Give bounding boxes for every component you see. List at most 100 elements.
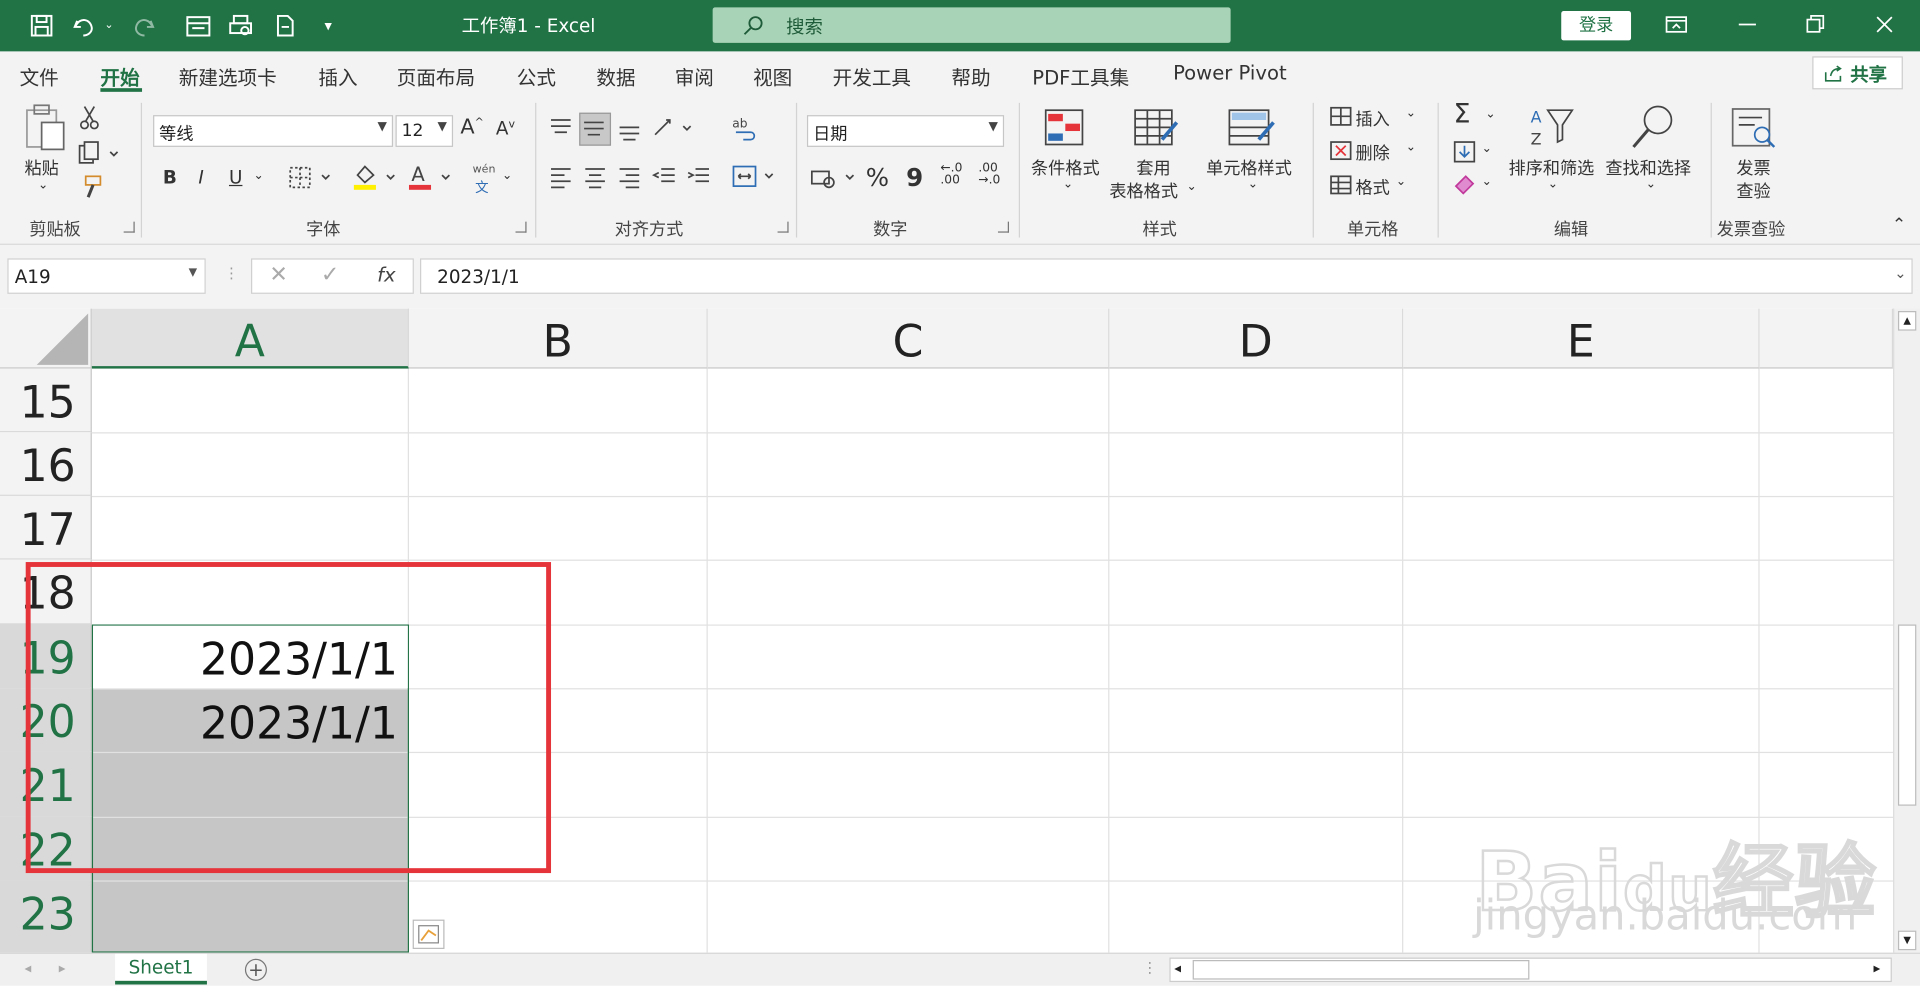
ribbon-display-icon[interactable] xyxy=(1662,10,1694,42)
insert-dropdown-icon[interactable]: ⌄ xyxy=(1406,107,1416,120)
borders-icon[interactable] xyxy=(288,165,337,194)
invoice-check-label-1[interactable]: 发票 xyxy=(1736,156,1770,180)
close-icon[interactable] xyxy=(1870,10,1902,42)
format-as-table-label-2[interactable]: 表格格式 xyxy=(1109,179,1178,203)
scroll-thumb[interactable] xyxy=(1897,624,1917,806)
search-box[interactable]: 搜索 xyxy=(712,7,1231,43)
clear-dropdown-icon[interactable]: ⌄ xyxy=(1482,175,1492,188)
fill-color-icon[interactable] xyxy=(353,163,400,197)
prev-sheet-icon[interactable]: ◂ xyxy=(24,960,31,976)
decrease-font-icon[interactable]: Av xyxy=(496,118,515,140)
find-select-dropdown-icon[interactable]: ⌄ xyxy=(1646,178,1656,191)
delete-cells-label[interactable]: 删除 xyxy=(1356,141,1390,165)
percent-button[interactable]: % xyxy=(866,163,889,192)
formula-input[interactable]: 2023/1/1 ⌄ xyxy=(420,258,1913,294)
horizontal-scrollbar[interactable]: ◂ ▸ xyxy=(1169,957,1892,983)
vertical-scrollbar[interactable]: ▲ ▼ xyxy=(1893,308,1920,953)
wrap-text-icon[interactable]: ab xyxy=(731,115,758,147)
delete-dropdown-icon[interactable]: ⌄ xyxy=(1406,141,1416,154)
undo-dropdown-icon[interactable]: ⌄ xyxy=(100,10,117,42)
customize-quick-access-icon[interactable]: ▾ xyxy=(312,10,344,42)
column-header-c[interactable]: C xyxy=(707,308,1110,369)
fill-icon[interactable] xyxy=(1452,140,1476,169)
format-as-table-icon[interactable] xyxy=(1133,108,1180,155)
expand-formula-icon[interactable]: ⌄ xyxy=(1894,264,1906,281)
clear-icon[interactable] xyxy=(1452,171,1476,200)
cancel-icon[interactable]: ✕ xyxy=(269,262,287,288)
sort-filter-icon[interactable]: AZ xyxy=(1528,105,1577,156)
tab-new-tab[interactable]: 新建选项卡 xyxy=(179,61,277,90)
column-header-a[interactable]: A xyxy=(91,308,409,369)
cut-icon[interactable] xyxy=(78,104,100,136)
orientation-icon[interactable] xyxy=(651,115,693,147)
row-header-16[interactable]: 16 xyxy=(0,432,92,496)
tab-view[interactable]: 视图 xyxy=(753,61,792,90)
align-left-icon[interactable] xyxy=(547,163,574,195)
increase-decimal-icon[interactable]: ←.0.00 xyxy=(940,162,962,187)
column-header-f[interactable] xyxy=(1759,308,1894,369)
insert-cells-label[interactable]: 插入 xyxy=(1356,107,1390,131)
autosum-icon[interactable]: Σ xyxy=(1453,99,1470,130)
increase-indent-icon[interactable] xyxy=(684,163,711,195)
conditional-dropdown-icon[interactable]: ⌄ xyxy=(1063,178,1073,191)
align-center-icon[interactable] xyxy=(582,163,609,195)
scroll-right-icon[interactable]: ▸ xyxy=(1873,960,1880,976)
select-all-button[interactable] xyxy=(0,308,92,369)
merge-center-icon[interactable] xyxy=(731,163,778,195)
splitter-icon[interactable]: ⋮ xyxy=(224,264,239,281)
align-bottom-icon[interactable] xyxy=(616,115,643,147)
save-icon[interactable] xyxy=(26,10,58,42)
tab-review[interactable]: 审阅 xyxy=(675,61,714,90)
invoice-check-icon[interactable] xyxy=(1730,105,1779,156)
align-middle-icon[interactable] xyxy=(579,112,612,146)
row-header-17[interactable]: 17 xyxy=(0,495,92,560)
insert-function-icon[interactable]: fx xyxy=(377,263,396,286)
form-icon[interactable] xyxy=(182,10,214,42)
enter-icon[interactable]: ✓ xyxy=(321,262,339,288)
format-as-table-label-1[interactable]: 套用 xyxy=(1136,156,1170,180)
scroll-left-icon[interactable]: ◂ xyxy=(1174,960,1181,976)
paste-dropdown-icon[interactable]: ⌄ xyxy=(38,179,48,192)
tab-home[interactable]: 开始 xyxy=(100,61,139,90)
tab-insert[interactable]: 插入 xyxy=(318,61,357,90)
hscroll-thumb[interactable] xyxy=(1192,960,1530,980)
quick-analysis-icon[interactable] xyxy=(412,919,445,949)
format-dropdown-icon[interactable]: ⌄ xyxy=(1396,175,1406,188)
next-sheet-icon[interactable]: ▸ xyxy=(59,960,66,976)
worksheet-grid[interactable]: A B C D E 15 16 17 18 19 20 21 22 23 202… xyxy=(0,308,1894,953)
add-sheet-icon[interactable]: + xyxy=(244,958,267,981)
scroll-up-icon[interactable]: ▲ xyxy=(1897,311,1917,331)
tab-data[interactable]: 数据 xyxy=(596,61,635,90)
decrease-decimal-icon[interactable]: .00 →.0 xyxy=(978,162,1000,187)
accounting-format-icon[interactable] xyxy=(809,164,858,196)
sheet-tab-sheet1[interactable]: Sheet1 xyxy=(115,953,207,985)
tab-splitter-icon[interactable]: ⋮ xyxy=(1142,959,1157,976)
phonetic-dropdown-icon[interactable]: ⌄ xyxy=(502,169,512,182)
page-icon[interactable] xyxy=(269,10,301,42)
conditional-formatting-icon[interactable] xyxy=(1043,108,1087,155)
invoice-check-label-2[interactable]: 查验 xyxy=(1736,179,1770,203)
login-button[interactable]: 登录 xyxy=(1561,11,1632,41)
tab-pdf-tools[interactable]: PDF工具集 xyxy=(1032,61,1129,90)
find-select-icon[interactable] xyxy=(1629,103,1678,157)
font-name-select[interactable]: 等线 ▼ xyxy=(153,115,394,147)
align-top-icon[interactable] xyxy=(547,115,574,147)
row-header-23[interactable]: 23 xyxy=(0,880,92,953)
restore-icon[interactable] xyxy=(1800,10,1832,42)
number-launcher-icon[interactable] xyxy=(997,221,1009,233)
share-button[interactable]: 共享 xyxy=(1812,56,1903,90)
copy-icon[interactable] xyxy=(77,140,119,172)
tab-formulas[interactable]: 公式 xyxy=(517,61,556,90)
row-header-15[interactable]: 15 xyxy=(0,368,92,433)
cell-styles-dropdown-icon[interactable]: ⌄ xyxy=(1248,178,1258,191)
tab-developer[interactable]: 开发工具 xyxy=(833,61,911,90)
font-color-icon[interactable]: A xyxy=(408,163,455,197)
insert-cells-icon[interactable] xyxy=(1329,105,1353,132)
find-select-label[interactable]: 查找和选择 xyxy=(1605,156,1691,180)
font-size-select[interactable]: 12 ▼ xyxy=(395,115,454,147)
format-as-table-dropdown-icon[interactable]: ⌄ xyxy=(1187,180,1197,193)
print-preview-icon[interactable] xyxy=(225,10,257,42)
paste-icon[interactable] xyxy=(22,103,69,157)
autosum-dropdown-icon[interactable]: ⌄ xyxy=(1485,108,1495,121)
format-painter-icon[interactable] xyxy=(78,174,102,206)
